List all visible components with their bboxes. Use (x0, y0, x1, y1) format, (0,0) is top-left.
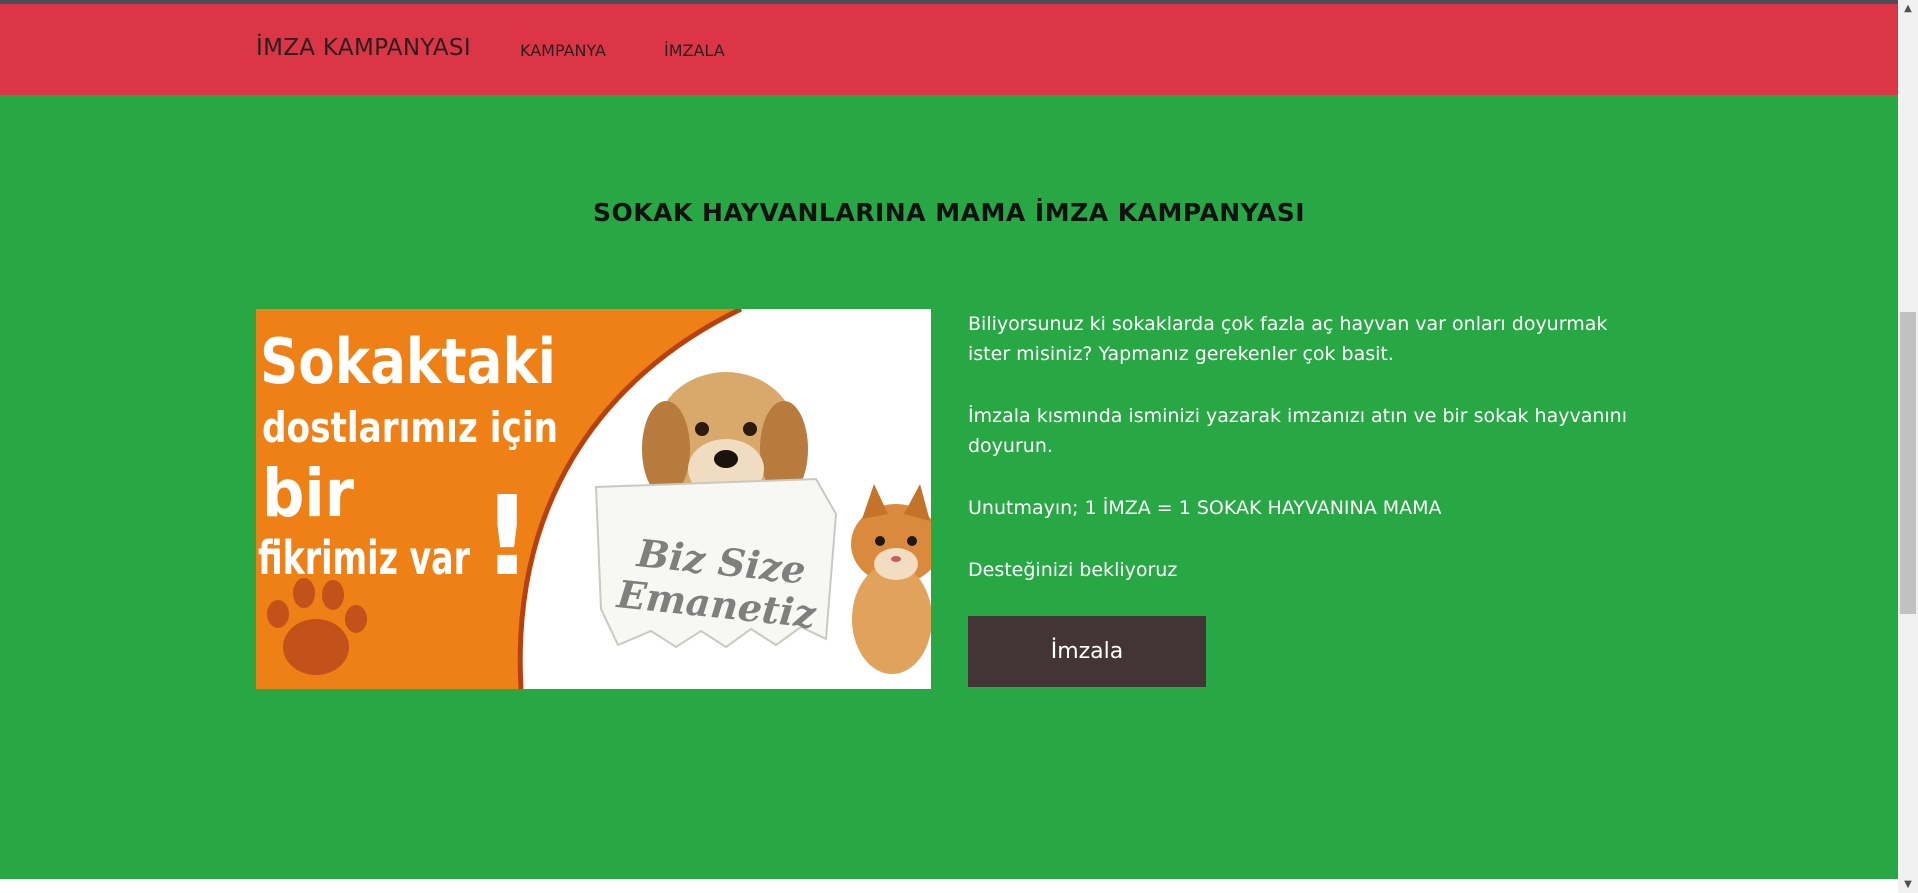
campaign-paragraph: Unutmayın; 1 İMZA = 1 SOKAK HAYVANINA MA… (968, 497, 1442, 519)
triangle-down-icon[interactable]: ▼ (1898, 876, 1918, 893)
triangle-up-icon[interactable]: ▲ (1898, 0, 1918, 17)
promo-exclaim: ! (482, 472, 532, 600)
nav-link-kampanya[interactable]: KAMPANYA (520, 41, 606, 60)
promo-text-line2: dostlarımız için (262, 403, 558, 452)
promo-text-line1: Sokaktaki (260, 325, 556, 398)
campaign-section: SOKAK HAYVANLARINA MAMA İMZA KAMPANYASI … (0, 95, 1898, 879)
page-scrollbar[interactable]: ▲ ▼ (1898, 0, 1918, 893)
campaign-paragraph: Desteğinizi bekliyoruz (968, 559, 1178, 581)
promo-text-line4: fikrimiz var (258, 531, 470, 585)
footer-gap (0, 879, 1898, 893)
promo-text-line3: bir (262, 455, 354, 532)
campaign-promo-image: Sokaktaki dostlarımız için bir fikrimiz … (256, 309, 931, 689)
campaign-paragraph: İmzala kısmında isminizi yazarak imzanız… (968, 405, 1627, 457)
sign-button[interactable]: İmzala (968, 616, 1206, 687)
campaign-paragraph: Biliyorsunuz ki sokaklarda çok fazla aç … (968, 313, 1608, 365)
nav-link-imzala[interactable]: İMZALA (664, 41, 725, 60)
scrollbar-thumb[interactable] (1900, 312, 1916, 614)
navbar: İMZA KAMPANYASI KAMPANYA İMZALA (0, 4, 1898, 95)
paper-sign: Biz Size Emanetiz (594, 477, 838, 649)
brand-link[interactable]: İMZA KAMPANYASI (256, 35, 471, 61)
promo-image-artwork: Sokaktaki dostlarımız için bir fikrimiz … (256, 309, 931, 689)
campaign-title: SOKAK HAYVANLARINA MAMA İMZA KAMPANYASI (592, 198, 1306, 227)
